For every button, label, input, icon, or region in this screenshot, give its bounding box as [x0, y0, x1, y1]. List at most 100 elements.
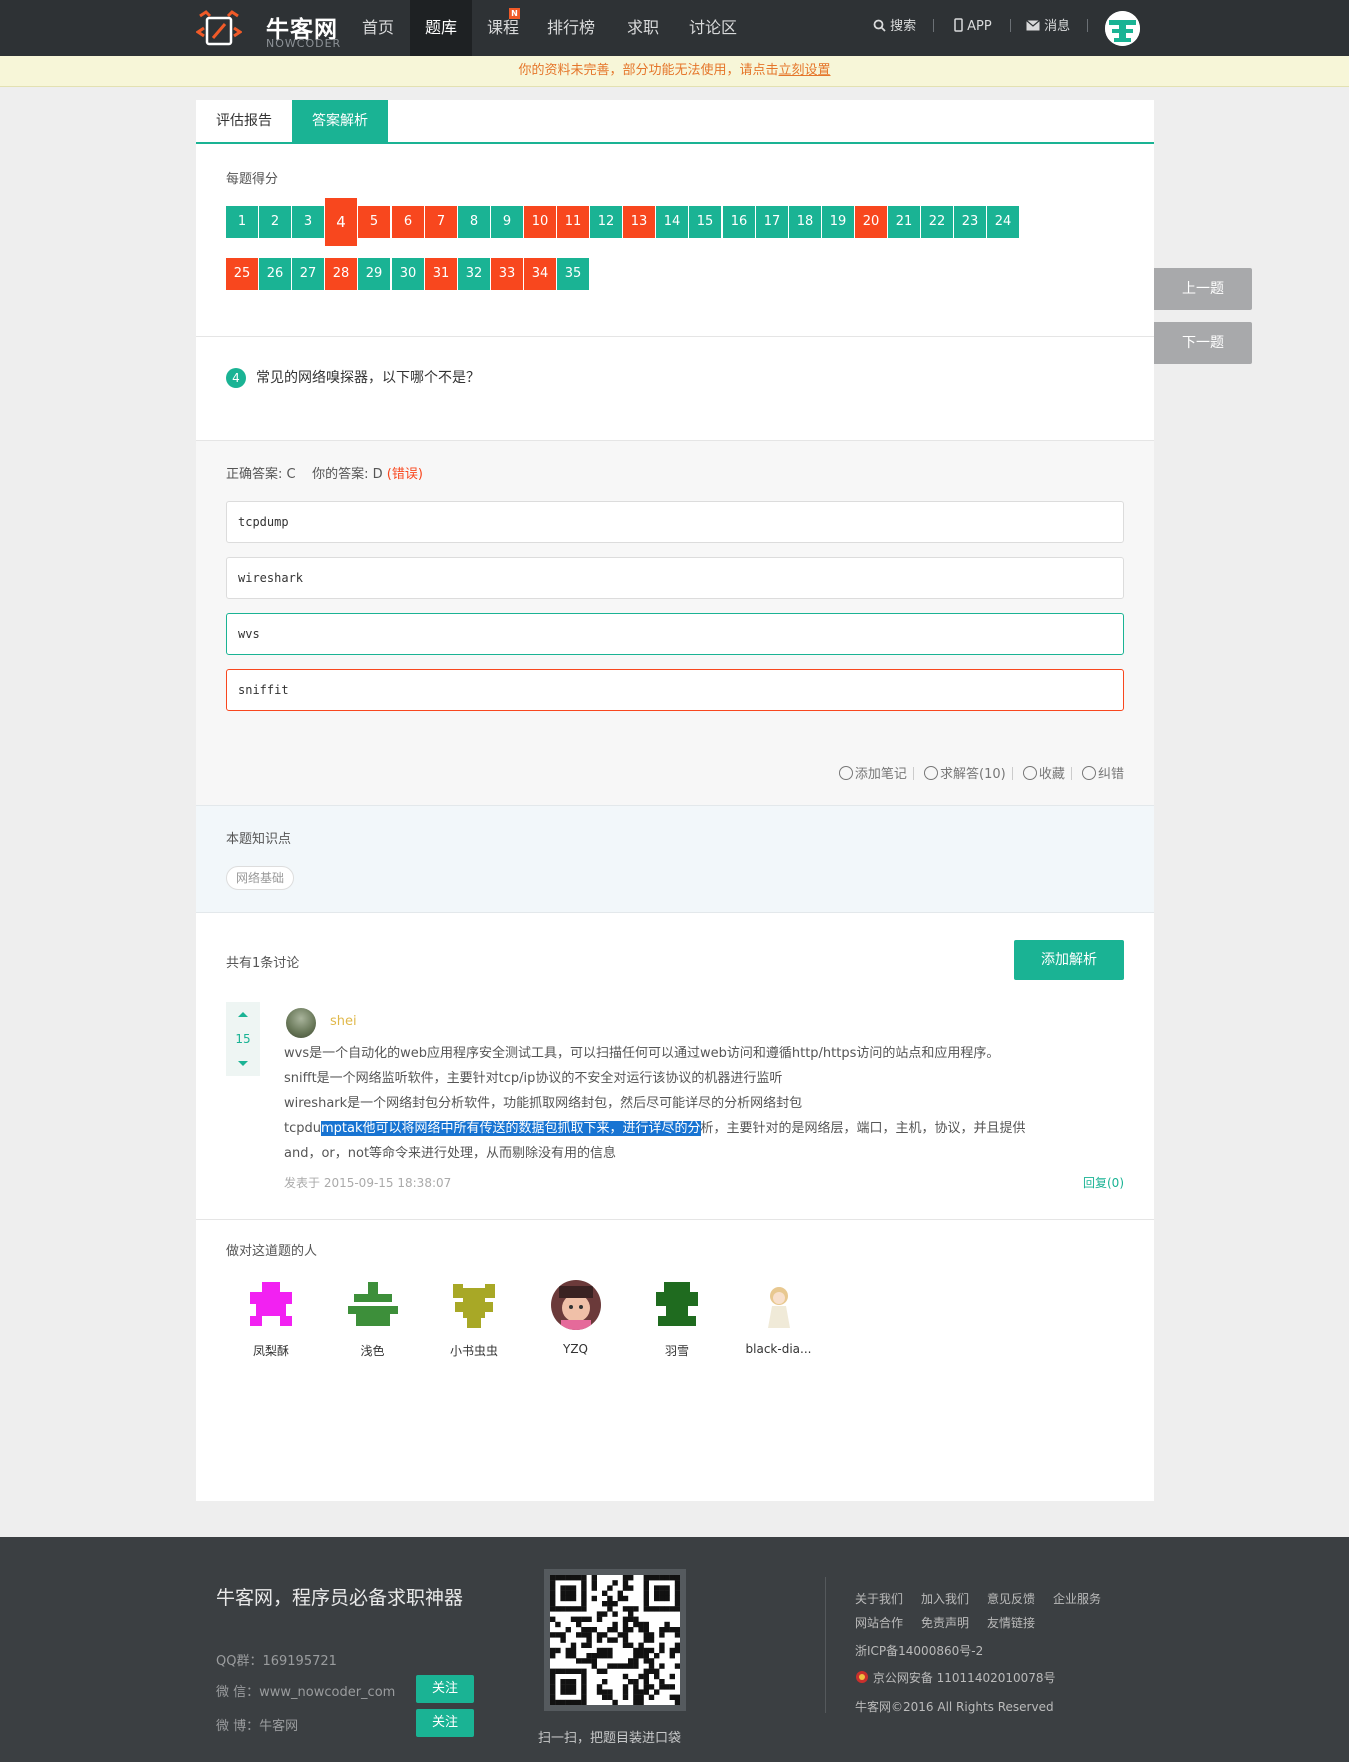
next-question-button[interactable]: 下一题 [1154, 322, 1252, 364]
question-score-right[interactable]: 18 [789, 206, 821, 238]
footer-link-join[interactable]: 加入我们 [921, 1590, 969, 1607]
solver-user[interactable]: YZQ [526, 1280, 626, 1356]
main-card: 评估报告 答案解析 每题得分 1 2 3 4 5 6 7 8 9 10 11 12 13 14 15 16 17… [196, 100, 1154, 1501]
footer-link-friends[interactable]: 友情链接 [987, 1614, 1035, 1631]
question-score-right[interactable]: 1 [226, 206, 258, 238]
reply-link[interactable]: 回复(0) [1083, 1174, 1124, 1191]
question-score-right[interactable]: 19 [822, 206, 854, 238]
question-score-wrong[interactable]: 10 [524, 206, 556, 238]
footer-link-partner[interactable]: 网站合作 [855, 1614, 903, 1631]
follow-weibo-button[interactable]: 关注 [416, 1709, 474, 1737]
footer-link-disclaimer[interactable]: 免责声明 [921, 1614, 969, 1631]
question-score-wrong[interactable]: 6 [392, 206, 424, 238]
nav-question-bank[interactable]: 题库 [410, 0, 472, 56]
solver-user[interactable]: 凤梨酥 [221, 1280, 321, 1359]
tab-evaluation-report[interactable]: 评估报告 [196, 100, 292, 142]
question-score-wrong[interactable]: 33 [491, 258, 523, 290]
nav-ranking[interactable]: 排行榜 [538, 0, 604, 56]
report-error-button[interactable]: 纠错 [1081, 763, 1124, 782]
mail-icon [1026, 20, 1040, 31]
question-score-right[interactable]: 16 [723, 206, 755, 238]
question-score-wrong[interactable]: 11 [557, 206, 589, 238]
question-score-right[interactable]: 21 [888, 206, 920, 238]
option-d-selected[interactable]: sniffit [226, 669, 1124, 711]
qr-caption: 扫一扫，把题目装进口袋 [538, 1731, 682, 1746]
solver-user[interactable]: black-dia... [729, 1280, 829, 1356]
question-score-right[interactable]: 8 [458, 206, 490, 238]
add-note-button[interactable]: 添加笔记 [838, 763, 907, 782]
knowledge-tag[interactable]: 网络基础 [226, 866, 295, 890]
score-section-title: 每题得分 [226, 172, 279, 187]
solver-user[interactable]: 小书虫虫 [424, 1280, 524, 1359]
question-score-right[interactable]: 3 [292, 206, 324, 238]
nav-courses[interactable]: 课程 N [476, 0, 530, 56]
question-score-wrong[interactable]: 7 [425, 206, 457, 238]
nav-messages[interactable]: 消息 [1026, 17, 1070, 37]
footer-icp: 浙ICP备14000860号-2 [855, 1644, 984, 1658]
site-logo[interactable]: 牛客网 NOWCODER [196, 6, 346, 50]
question-score-wrong[interactable]: 20 [855, 206, 887, 238]
favorite-label: 收藏 [1038, 767, 1065, 782]
avatar-identicon [1105, 11, 1140, 46]
question-score-wrong[interactable]: 28 [325, 258, 357, 290]
follow-wechat-button[interactable]: 关注 [416, 1675, 474, 1703]
question-score-current[interactable]: 4 [325, 198, 357, 246]
question-score-right[interactable]: 29 [358, 258, 390, 290]
arrow-up-icon [238, 1012, 248, 1017]
commenter-name[interactable]: shei [330, 1014, 357, 1029]
question-score-right[interactable]: 9 [491, 206, 523, 238]
footer-link-enterprise[interactable]: 企业服务 [1053, 1590, 1101, 1607]
footer-police: 京公网安备 11011402010078号 [855, 1669, 1056, 1686]
downvote-button[interactable] [226, 1050, 260, 1076]
question-score-right[interactable]: 15 [689, 206, 721, 238]
question-score-wrong[interactable]: 34 [524, 258, 556, 290]
question-score-right[interactable]: 23 [954, 206, 986, 238]
question-score-right[interactable]: 2 [259, 206, 291, 238]
nav-separator [1087, 19, 1088, 32]
answer-summary: 正确答案: C 你的答案: D (错误) [226, 463, 423, 482]
question-score-wrong[interactable]: 25 [226, 258, 258, 290]
option-c-correct[interactable]: wvs [226, 613, 1124, 655]
question-score-right[interactable]: 12 [590, 206, 622, 238]
question-score-wrong[interactable]: 31 [425, 258, 457, 290]
notice-settings-link[interactable]: 立刻设置 [779, 63, 831, 78]
arrow-down-icon [238, 1061, 248, 1066]
ask-answer-button[interactable]: 求解答(10) [924, 763, 1006, 782]
solver-user[interactable]: 浅色 [323, 1280, 423, 1359]
knowledge-title: 本题知识点 [226, 832, 292, 847]
question-score-right[interactable]: 32 [458, 258, 490, 290]
nav-separator [1010, 19, 1011, 32]
footer-link-about[interactable]: 关于我们 [855, 1590, 903, 1607]
question-score-right[interactable]: 22 [921, 206, 953, 238]
question-score-right[interactable]: 27 [292, 258, 324, 290]
option-a[interactable]: tcpdump [226, 501, 1124, 543]
nav-home[interactable]: 首页 [354, 0, 402, 56]
comment-line: and，or，not等命令来进行处理，从而剔除没有用的信息 [284, 1146, 617, 1161]
upvote-button[interactable] [226, 1002, 260, 1028]
user-avatar[interactable] [1105, 11, 1140, 46]
knowledge-points: 本题知识点 网络基础 [196, 805, 1154, 913]
commenter-avatar[interactable] [286, 1008, 316, 1038]
solver-user[interactable]: 羽雪 [627, 1280, 727, 1359]
question-score-right[interactable]: 30 [392, 258, 424, 290]
question-score-right[interactable]: 35 [557, 258, 589, 290]
favorite-button[interactable]: 收藏 [1022, 763, 1065, 782]
nav-jobs[interactable]: 求职 [616, 0, 670, 56]
footer-police-label: 京公网安备 11011402010078号 [872, 1671, 1056, 1685]
question-score-wrong[interactable]: 5 [358, 206, 390, 238]
question-score-right[interactable]: 24 [987, 206, 1019, 238]
question-score-right[interactable]: 26 [259, 258, 291, 290]
nav-app[interactable]: APP [954, 17, 992, 37]
prev-question-button[interactable]: 上一题 [1154, 268, 1252, 310]
question-score-right[interactable]: 17 [756, 206, 788, 238]
footer-link-feedback[interactable]: 意见反馈 [987, 1590, 1035, 1607]
question-score-wrong[interactable]: 13 [623, 206, 655, 238]
nav-search[interactable]: 搜索 [873, 17, 916, 37]
nav-forum[interactable]: 讨论区 [680, 0, 746, 56]
add-analysis-button[interactable]: 添加解析 [1014, 940, 1124, 980]
comment-line: wireshark是一个网络封包分析软件，功能抓取网络封包，然后尽可能详尽的分析… [284, 1096, 803, 1111]
option-b[interactable]: wireshark [226, 557, 1124, 599]
nav-courses-label: 课程 [486, 18, 519, 37]
tab-answer-analysis[interactable]: 答案解析 [292, 100, 388, 142]
question-score-right[interactable]: 14 [656, 206, 688, 238]
